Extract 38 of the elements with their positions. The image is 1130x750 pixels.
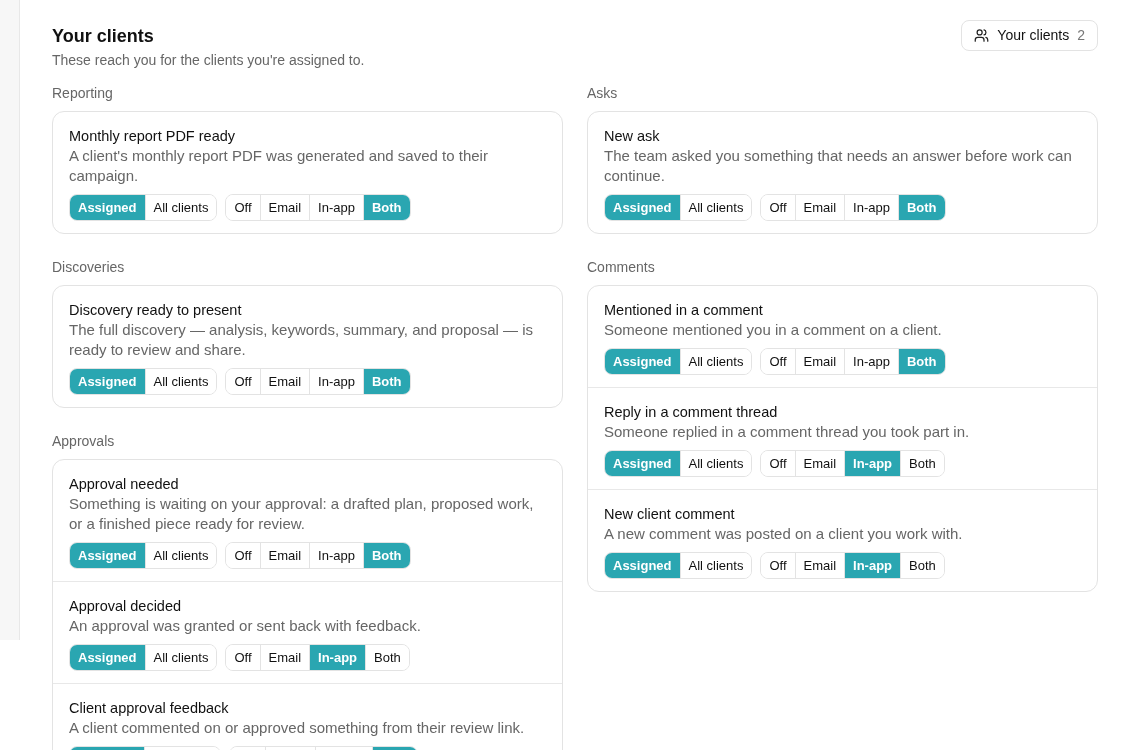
segment-option[interactable]: All clients <box>679 195 752 220</box>
segment-option[interactable]: All clients <box>144 369 217 394</box>
segment-option[interactable]: Both <box>900 553 944 578</box>
setting-title: Client approval feedback <box>69 699 230 718</box>
setting-title: Approval decided <box>69 597 183 616</box>
setting-title: Mentioned in a comment <box>604 301 764 320</box>
setting-description: Someone replied in a comment thread you took part in. <box>604 422 971 442</box>
section-label: Approvals <box>52 432 116 451</box>
setting-title: Monthly report PDF ready <box>69 127 236 146</box>
segment-option[interactable]: All clients <box>679 451 752 476</box>
segment-option[interactable]: All clients <box>144 645 217 670</box>
page-title: Your clients <box>52 25 155 48</box>
segment-option[interactable]: Both <box>365 645 409 670</box>
segment-option[interactable]: All clients <box>679 349 752 374</box>
setting-title: Reply in a comment thread <box>604 403 779 422</box>
section-label: Discoveries <box>52 258 126 277</box>
setting-description: A new comment was posted on a client you work with. <box>604 524 964 544</box>
section-label: Comments <box>587 258 656 277</box>
page-subtitle: These reach you for the clients you're assigned to. <box>52 51 365 70</box>
clients-filter-button[interactable]: Your clients 2 <box>961 20 1098 51</box>
setting-title: Approval needed <box>69 475 180 494</box>
users-icon <box>974 28 990 43</box>
setting-description: The team asked you something that needs an answer before work can continue. <box>604 146 1073 186</box>
setting-title: New ask <box>604 127 661 146</box>
setting-description: A client commented on or approved something from their review link. <box>69 718 526 738</box>
setting-title: Discovery ready to present <box>69 301 243 320</box>
setting-description: An approval was granted or sent back with feedback. <box>69 616 422 636</box>
setting-description: A client's monthly report PDF was generated and saved to their campaign. <box>69 146 489 186</box>
segment-option[interactable]: All clients <box>144 195 217 220</box>
setting-description: Someone mentioned you in a comment on a client. <box>604 320 943 340</box>
setting-description: The full discovery — analysis, keywords, summary, and proposal — is ready to review and share. <box>69 320 535 360</box>
segment-option[interactable]: All clients <box>679 553 752 578</box>
segment-option[interactable]: Both <box>900 451 944 476</box>
segment-option[interactable]: All clients <box>144 543 217 568</box>
section-label: Asks <box>587 84 619 103</box>
setting-title: New client comment <box>604 505 736 524</box>
setting-description: Something is waiting on your approval: a drafted plan, proposed work, or a finished piece ready for review. <box>69 494 535 534</box>
section-label: Reporting <box>52 84 114 103</box>
